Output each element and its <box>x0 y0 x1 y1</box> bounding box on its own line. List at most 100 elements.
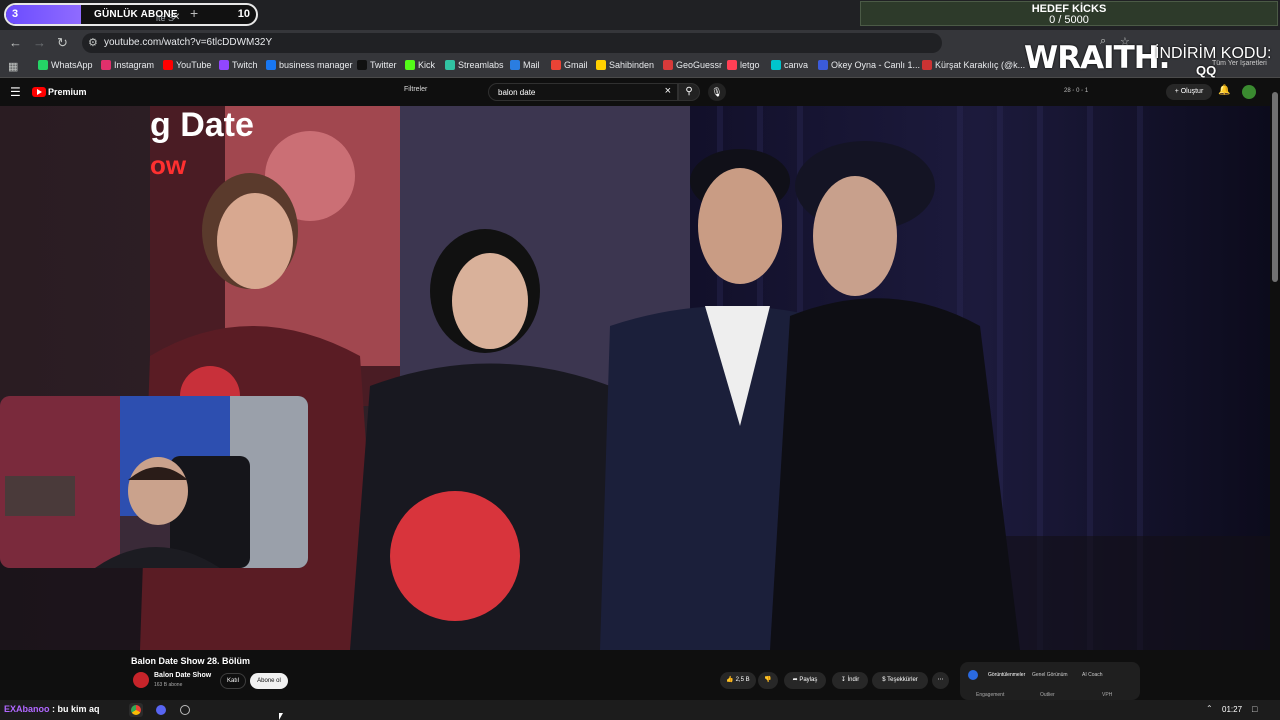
channel-name[interactable]: Balon Date Show <box>154 672 211 679</box>
streamer-webcam-overlay <box>0 396 308 568</box>
bookmark-favicon-icon <box>818 60 828 70</box>
video-title: Balon Date Show 28. Bölüm <box>131 656 251 666</box>
thumbs-up-icon: 👍 <box>726 677 734 683</box>
search-icon[interactable]: ⚲ <box>678 83 700 101</box>
chrome-taskbar-icon[interactable] <box>129 703 143 717</box>
bookmark-whatsapp[interactable]: WhatsApp <box>38 60 93 70</box>
bookmark-letgo[interactable]: letgo <box>727 60 760 70</box>
back-arrow-icon[interactable]: ← <box>9 35 22 50</box>
bookmark-label: Twitter <box>370 60 397 70</box>
bookmark-favicon-icon <box>101 60 111 70</box>
download-button[interactable]: ↧ İndir <box>832 672 868 689</box>
taskbar: EXAbanoo : bu kim aq ⌃ 01:27 □ <box>0 700 1280 720</box>
bookmark-k-r-at-karak-l-k[interactable]: Kürşat Karakılıç (@k... <box>922 60 1025 70</box>
thanks-icon: $ <box>882 677 886 683</box>
thumbs-down-icon: 👎 <box>764 677 772 683</box>
ext-tab-views[interactable]: Görüntülenmeler <box>988 672 1025 678</box>
download-icon: ↧ <box>840 677 846 683</box>
bookmark-label: YouTube <box>176 60 212 70</box>
chat-username: EXAbanoo <box>4 704 50 714</box>
youtube-header: ☰ Premium Filtreler balon date × ⚲ 🎙 28 … <box>0 79 1280 106</box>
like-button[interactable]: 👍 2,5 B <box>720 672 756 689</box>
clear-search-icon[interactable]: × <box>665 85 671 97</box>
new-tab-button[interactable]: + <box>190 5 198 21</box>
bookmark-mail[interactable]: Mail <box>510 60 540 70</box>
search-input[interactable]: balon date × <box>488 83 678 101</box>
more-actions-button[interactable]: ⋯ <box>932 672 949 689</box>
reload-icon[interactable]: ↻ <box>57 35 68 51</box>
filters-button[interactable]: Filtreler <box>404 86 427 93</box>
bookmark-streamlabs[interactable]: Streamlabs <box>445 60 504 70</box>
join-button[interactable]: Katıl <box>220 673 246 689</box>
ext-tab-overview[interactable]: Genel Görünüm <box>1032 672 1068 678</box>
bookmark-label: GeoGuessr <box>676 60 723 70</box>
extension-stats: 28 ◦ 0 ◦ 1 <box>1064 88 1089 94</box>
bookmark-favicon-icon <box>922 60 932 70</box>
share-button[interactable]: ➦ Paylaş <box>784 672 826 689</box>
chat-message: : bu kim aq <box>52 704 100 714</box>
bookmark-kick[interactable]: Kick <box>405 60 435 70</box>
video-player[interactable]: g Date ow <box>0 106 1270 650</box>
sponsor-logo: WRAITH. <box>1024 40 1170 76</box>
page-scrollbar[interactable] <box>1272 92 1278 692</box>
bookmark-label: letgo <box>740 60 760 70</box>
bookmark-label: Gmail <box>564 60 588 70</box>
notification-center-icon[interactable]: □ <box>1252 704 1257 714</box>
bookmark-favicon-icon <box>445 60 455 70</box>
ext-tab-ai-coach[interactable]: AI Coach <box>1082 672 1103 678</box>
bookmark-label: Mail <box>523 60 540 70</box>
channel-avatar[interactable] <box>133 672 149 688</box>
search-query-text: balon date <box>498 88 536 97</box>
bookmark-youtube[interactable]: YouTube <box>163 60 211 70</box>
forward-arrow-icon[interactable]: → <box>33 35 46 50</box>
bookmark-twitter[interactable]: Twitter <box>357 60 397 70</box>
bookmark-favicon-icon <box>596 60 606 70</box>
thanks-label: Teşekkürler <box>887 677 918 683</box>
app-taskbar-icon[interactable] <box>178 703 192 717</box>
browser-tab-bar: ite S ✕ 3 GÜNLÜK ABONE 10 + HEDEF KİCKS … <box>0 0 1280 30</box>
dislike-button[interactable]: 👎 <box>758 672 778 689</box>
bookmark-favicon-icon <box>771 60 781 70</box>
goal-label: GÜNLÜK ABONE <box>94 9 178 20</box>
url-field[interactable]: ⚙ youtube.com/watch?v=6tlcDDWM32Y <box>82 33 942 53</box>
mouse-cursor <box>279 713 283 720</box>
bookmark-label: WhatsApp <box>51 60 93 70</box>
like-count: 2,5 B <box>735 677 750 683</box>
create-button[interactable]: + Oluştur <box>1166 84 1212 100</box>
thanks-button[interactable]: $ Teşekkürler <box>872 672 928 689</box>
bookmark-okey-oyna-canl-1[interactable]: Okey Oyna - Canlı 1... <box>818 60 920 70</box>
analytics-extension-panel: Görüntülenmeler Genel Görünüm AI Coach E… <box>960 662 1140 700</box>
bookmark-instagram[interactable]: Instagram <box>101 60 154 70</box>
bookmark-gmail[interactable]: Gmail <box>551 60 588 70</box>
discord-taskbar-icon[interactable] <box>154 703 168 717</box>
show-logo-line2: ow <box>150 150 187 180</box>
bookmark-business-manager[interactable]: business manager <box>266 60 353 70</box>
bookmark-favicon-icon <box>38 60 48 70</box>
scrollbar-thumb[interactable] <box>1272 92 1278 282</box>
bookmark-favicon-icon <box>727 60 737 70</box>
user-avatar[interactable] <box>1242 85 1256 99</box>
share-icon: ➦ <box>792 677 798 683</box>
bookmark-label: Twitch <box>232 60 258 70</box>
apps-grid-icon[interactable]: ▦ <box>8 60 18 73</box>
notifications-bell-icon[interactable]: 🔔 <box>1218 85 1230 96</box>
subscribe-button[interactable]: Abone ol <box>250 673 288 689</box>
bookmark-favicon-icon <box>551 60 561 70</box>
bookmark-sahibinden[interactable]: Sahibinden <box>596 60 654 70</box>
microphone-icon[interactable]: 🎙 <box>708 83 726 101</box>
bookmark-geoguessr[interactable]: GeoGuessr <box>663 60 722 70</box>
promo-code-label: İNDİRİM KODU: <box>1155 45 1272 62</box>
site-info-icon[interactable]: ⚙ <box>88 36 98 49</box>
ext-col-outlier: Outlier <box>1040 692 1055 698</box>
bookmark-label: Instagram <box>114 60 155 70</box>
download-label: İndir <box>847 677 860 683</box>
bookmark-favicon-icon <box>510 60 520 70</box>
show-logo-line1: g Date <box>150 106 254 144</box>
tray-chevron-icon[interactable]: ⌃ <box>1206 704 1213 713</box>
youtube-brand-label[interactable]: Premium <box>48 87 87 97</box>
bookmark-canva[interactable]: canva <box>771 60 808 70</box>
youtube-logo-icon[interactable] <box>32 87 46 97</box>
bookmark-twitch[interactable]: Twitch <box>219 60 258 70</box>
extension-logo-icon <box>968 670 978 680</box>
hamburger-menu-icon[interactable]: ☰ <box>10 85 21 99</box>
